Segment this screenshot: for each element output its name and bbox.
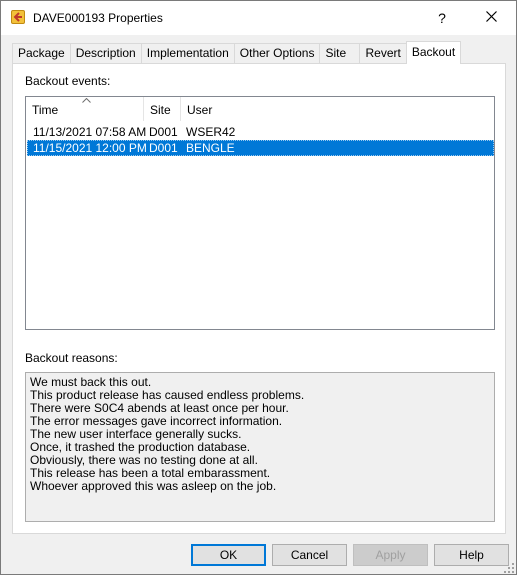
cancel-button[interactable]: Cancel (272, 544, 347, 566)
cell-time: 11/13/2021 07:58 AM (33, 125, 147, 139)
backout-reasons-label: Backout reasons: (25, 351, 118, 365)
properties-dialog: DAVE000193 Properties ? Package Descript… (0, 0, 517, 575)
tab-other-options[interactable]: Other Options (233, 43, 321, 64)
close-button[interactable] (475, 5, 507, 31)
backout-reasons-textbox[interactable]: We must back this out. This product rele… (25, 372, 495, 522)
backout-events-label: Backout events: (25, 74, 111, 88)
question-mark-icon: ? (438, 10, 446, 26)
column-header-time[interactable]: Time (26, 97, 144, 121)
tab-package[interactable]: Package (12, 43, 71, 64)
sort-ascending-icon (82, 98, 91, 103)
cell-user: WSER42 (186, 125, 236, 139)
package-app-icon (11, 10, 25, 24)
list-header: Time Site User (26, 97, 494, 121)
tab-description[interactable]: Description (69, 43, 142, 64)
ok-button[interactable]: OK (191, 544, 266, 566)
tab-strip: Package Description Implementation Other… (12, 41, 462, 64)
tab-revert[interactable]: Revert (359, 43, 407, 64)
backout-events-list[interactable]: Time Site User 11/13/2021 07:58 AM D001 … (25, 96, 495, 330)
column-header-user-label: User (187, 103, 213, 117)
window-title: DAVE000193 Properties (33, 11, 163, 25)
cell-site: D001 (149, 125, 178, 139)
table-row-selected[interactable]: 11/15/2021 12:00 PM D001 BENGLE (27, 140, 494, 156)
close-icon (485, 11, 497, 25)
title-bar: DAVE000193 Properties ? (1, 1, 516, 35)
reason-line: Whoever approved this was asleep on the … (30, 479, 277, 493)
resize-grip-icon[interactable] (504, 563, 514, 573)
column-header-site[interactable]: Site (144, 97, 181, 121)
column-header-time-label: Time (32, 103, 59, 117)
table-row[interactable]: 11/13/2021 07:58 AM D001 WSER42 (27, 124, 494, 140)
tab-backout[interactable]: Backout (405, 41, 462, 64)
help-title-button[interactable]: ? (427, 5, 457, 31)
cell-site: D001 (149, 141, 178, 155)
help-button[interactable]: Help (434, 544, 509, 566)
column-header-user[interactable]: User (181, 97, 494, 121)
tab-site[interactable]: Site (319, 43, 361, 64)
tab-implementation[interactable]: Implementation (140, 43, 235, 64)
cell-time: 11/15/2021 12:00 PM (33, 141, 147, 155)
apply-button: Apply (353, 544, 428, 566)
cell-user: BENGLE (186, 141, 235, 155)
column-header-site-label: Site (150, 103, 171, 117)
